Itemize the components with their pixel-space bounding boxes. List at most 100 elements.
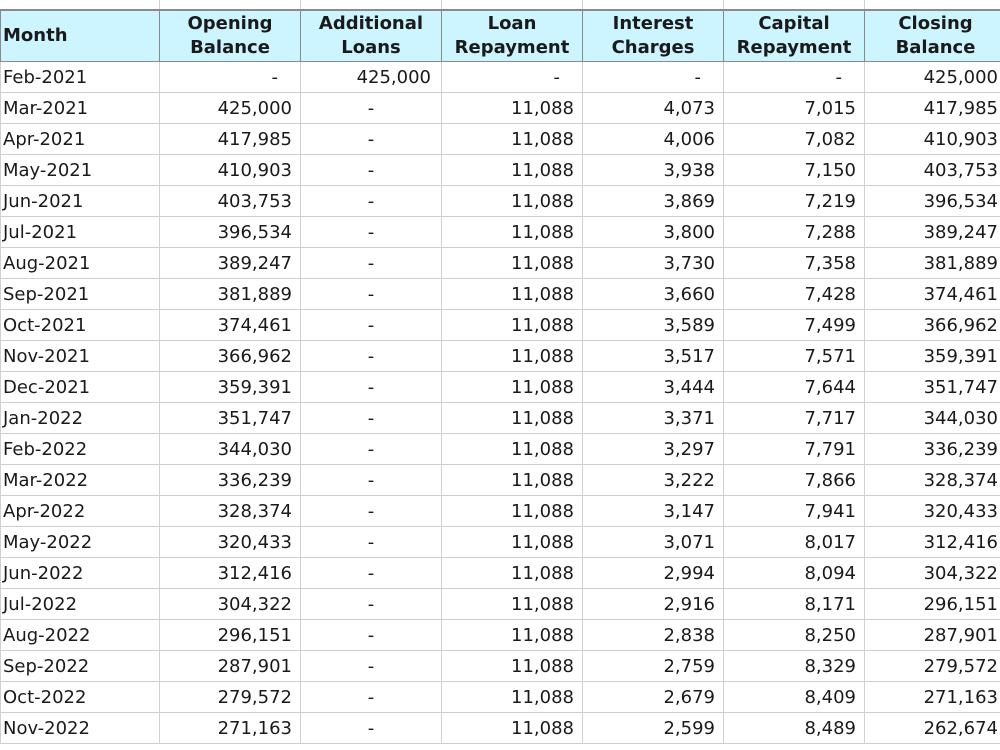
month-cell[interactable]: Apr-2021 — [0, 123, 160, 155]
capital-repayment-cell[interactable]: 7,150 — [723, 154, 865, 186]
additional-loans-cell[interactable]: - — [300, 402, 442, 434]
month-cell[interactable]: Apr-2022 — [0, 495, 160, 527]
interest-charges-cell[interactable]: 3,297 — [582, 433, 724, 465]
opening-balance-cell[interactable]: 271,163 — [159, 712, 301, 744]
capital-repayment-cell[interactable]: 7,358 — [723, 247, 865, 279]
closing-balance-cell[interactable]: 366,962 — [864, 309, 1000, 341]
capital-repayment-cell[interactable]: 7,288 — [723, 216, 865, 248]
loan-repayment-cell[interactable]: 11,088 — [441, 309, 583, 341]
closing-balance-cell[interactable]: 417,985 — [864, 92, 1000, 124]
additional-loans-cell[interactable]: - — [300, 464, 442, 496]
opening-balance-cell[interactable]: 359,391 — [159, 371, 301, 403]
capital-repayment-cell[interactable]: 7,219 — [723, 185, 865, 217]
closing-balance-cell[interactable]: 403,753 — [864, 154, 1000, 186]
loan-repayment-cell[interactable]: 11,088 — [441, 495, 583, 527]
closing-balance-cell[interactable]: 304,322 — [864, 557, 1000, 589]
closing-balance-cell[interactable]: 312,416 — [864, 526, 1000, 558]
opening-balance-cell[interactable]: 320,433 — [159, 526, 301, 558]
interest-charges-cell[interactable]: 2,679 — [582, 681, 724, 713]
loan-repayment-cell[interactable]: 11,088 — [441, 619, 583, 651]
opening-balance-cell[interactable]: 366,962 — [159, 340, 301, 372]
loan-repayment-cell[interactable]: 11,088 — [441, 185, 583, 217]
month-cell[interactable]: Jun-2022 — [0, 557, 160, 589]
interest-charges-cell[interactable]: 2,838 — [582, 619, 724, 651]
additional-loans-cell[interactable]: 425,000 — [300, 61, 442, 93]
loan-repayment-cell[interactable]: 11,088 — [441, 588, 583, 620]
capital-repayment-cell[interactable]: 8,171 — [723, 588, 865, 620]
header-additional-loans[interactable]: Additional Loans — [300, 10, 442, 62]
opening-balance-cell[interactable]: 417,985 — [159, 123, 301, 155]
opening-balance-cell[interactable]: 425,000 — [159, 92, 301, 124]
month-cell[interactable]: Jul-2021 — [0, 216, 160, 248]
loan-repayment-cell[interactable]: 11,088 — [441, 154, 583, 186]
additional-loans-cell[interactable]: - — [300, 526, 442, 558]
capital-repayment-cell[interactable]: 8,017 — [723, 526, 865, 558]
loan-repayment-cell[interactable]: 11,088 — [441, 247, 583, 279]
capital-repayment-cell[interactable]: 8,250 — [723, 619, 865, 651]
month-cell[interactable]: Mar-2021 — [0, 92, 160, 124]
header-month[interactable]: Month — [0, 10, 160, 62]
loan-repayment-cell[interactable]: 11,088 — [441, 526, 583, 558]
opening-balance-cell[interactable]: 312,416 — [159, 557, 301, 589]
loan-repayment-cell[interactable]: 11,088 — [441, 681, 583, 713]
interest-charges-cell[interactable]: - — [582, 61, 724, 93]
additional-loans-cell[interactable]: - — [300, 278, 442, 310]
opening-balance-cell[interactable]: 389,247 — [159, 247, 301, 279]
interest-charges-cell[interactable]: 3,371 — [582, 402, 724, 434]
loan-repayment-cell[interactable]: 11,088 — [441, 371, 583, 403]
header-opening-balance[interactable]: Opening Balance — [159, 10, 301, 62]
header-closing-balance[interactable]: Closing Balance — [864, 10, 1000, 62]
opening-balance-cell[interactable]: - — [159, 61, 301, 93]
opening-balance-cell[interactable]: 374,461 — [159, 309, 301, 341]
interest-charges-cell[interactable]: 3,147 — [582, 495, 724, 527]
capital-repayment-cell[interactable]: 7,571 — [723, 340, 865, 372]
interest-charges-cell[interactable]: 3,444 — [582, 371, 724, 403]
closing-balance-cell[interactable]: 271,163 — [864, 681, 1000, 713]
closing-balance-cell[interactable]: 374,461 — [864, 278, 1000, 310]
interest-charges-cell[interactable]: 3,222 — [582, 464, 724, 496]
interest-charges-cell[interactable]: 3,589 — [582, 309, 724, 341]
closing-balance-cell[interactable]: 359,391 — [864, 340, 1000, 372]
loan-repayment-cell[interactable]: 11,088 — [441, 650, 583, 682]
additional-loans-cell[interactable]: - — [300, 92, 442, 124]
additional-loans-cell[interactable]: - — [300, 123, 442, 155]
opening-balance-cell[interactable]: 351,747 — [159, 402, 301, 434]
opening-balance-cell[interactable]: 344,030 — [159, 433, 301, 465]
opening-balance-cell[interactable]: 304,322 — [159, 588, 301, 620]
opening-balance-cell[interactable]: 296,151 — [159, 619, 301, 651]
capital-repayment-cell[interactable]: 7,791 — [723, 433, 865, 465]
additional-loans-cell[interactable]: - — [300, 185, 442, 217]
opening-balance-cell[interactable]: 381,889 — [159, 278, 301, 310]
header-interest-charges[interactable]: Interest Charges — [582, 10, 724, 62]
capital-repayment-cell[interactable]: 8,094 — [723, 557, 865, 589]
closing-balance-cell[interactable]: 344,030 — [864, 402, 1000, 434]
month-cell[interactable]: Aug-2021 — [0, 247, 160, 279]
capital-repayment-cell[interactable]: 7,644 — [723, 371, 865, 403]
additional-loans-cell[interactable]: - — [300, 371, 442, 403]
additional-loans-cell[interactable]: - — [300, 247, 442, 279]
interest-charges-cell[interactable]: 4,006 — [582, 123, 724, 155]
month-cell[interactable]: Feb-2021 — [0, 61, 160, 93]
month-cell[interactable]: Sep-2021 — [0, 278, 160, 310]
additional-loans-cell[interactable]: - — [300, 216, 442, 248]
opening-balance-cell[interactable]: 336,239 — [159, 464, 301, 496]
month-cell[interactable]: Oct-2021 — [0, 309, 160, 341]
additional-loans-cell[interactable]: - — [300, 588, 442, 620]
interest-charges-cell[interactable]: 3,517 — [582, 340, 724, 372]
loan-repayment-cell[interactable]: 11,088 — [441, 464, 583, 496]
additional-loans-cell[interactable]: - — [300, 681, 442, 713]
additional-loans-cell[interactable]: - — [300, 154, 442, 186]
capital-repayment-cell[interactable]: 7,082 — [723, 123, 865, 155]
interest-charges-cell[interactable]: 3,938 — [582, 154, 724, 186]
loan-repayment-cell[interactable]: 11,088 — [441, 340, 583, 372]
closing-balance-cell[interactable]: 262,674 — [864, 712, 1000, 744]
additional-loans-cell[interactable]: - — [300, 309, 442, 341]
month-cell[interactable]: Aug-2022 — [0, 619, 160, 651]
closing-balance-cell[interactable]: 328,374 — [864, 464, 1000, 496]
additional-loans-cell[interactable]: - — [300, 557, 442, 589]
loan-repayment-cell[interactable]: 11,088 — [441, 557, 583, 589]
capital-repayment-cell[interactable]: - — [723, 61, 865, 93]
closing-balance-cell[interactable]: 389,247 — [864, 216, 1000, 248]
header-capital-repayment[interactable]: Capital Repayment — [723, 10, 865, 62]
closing-balance-cell[interactable]: 410,903 — [864, 123, 1000, 155]
